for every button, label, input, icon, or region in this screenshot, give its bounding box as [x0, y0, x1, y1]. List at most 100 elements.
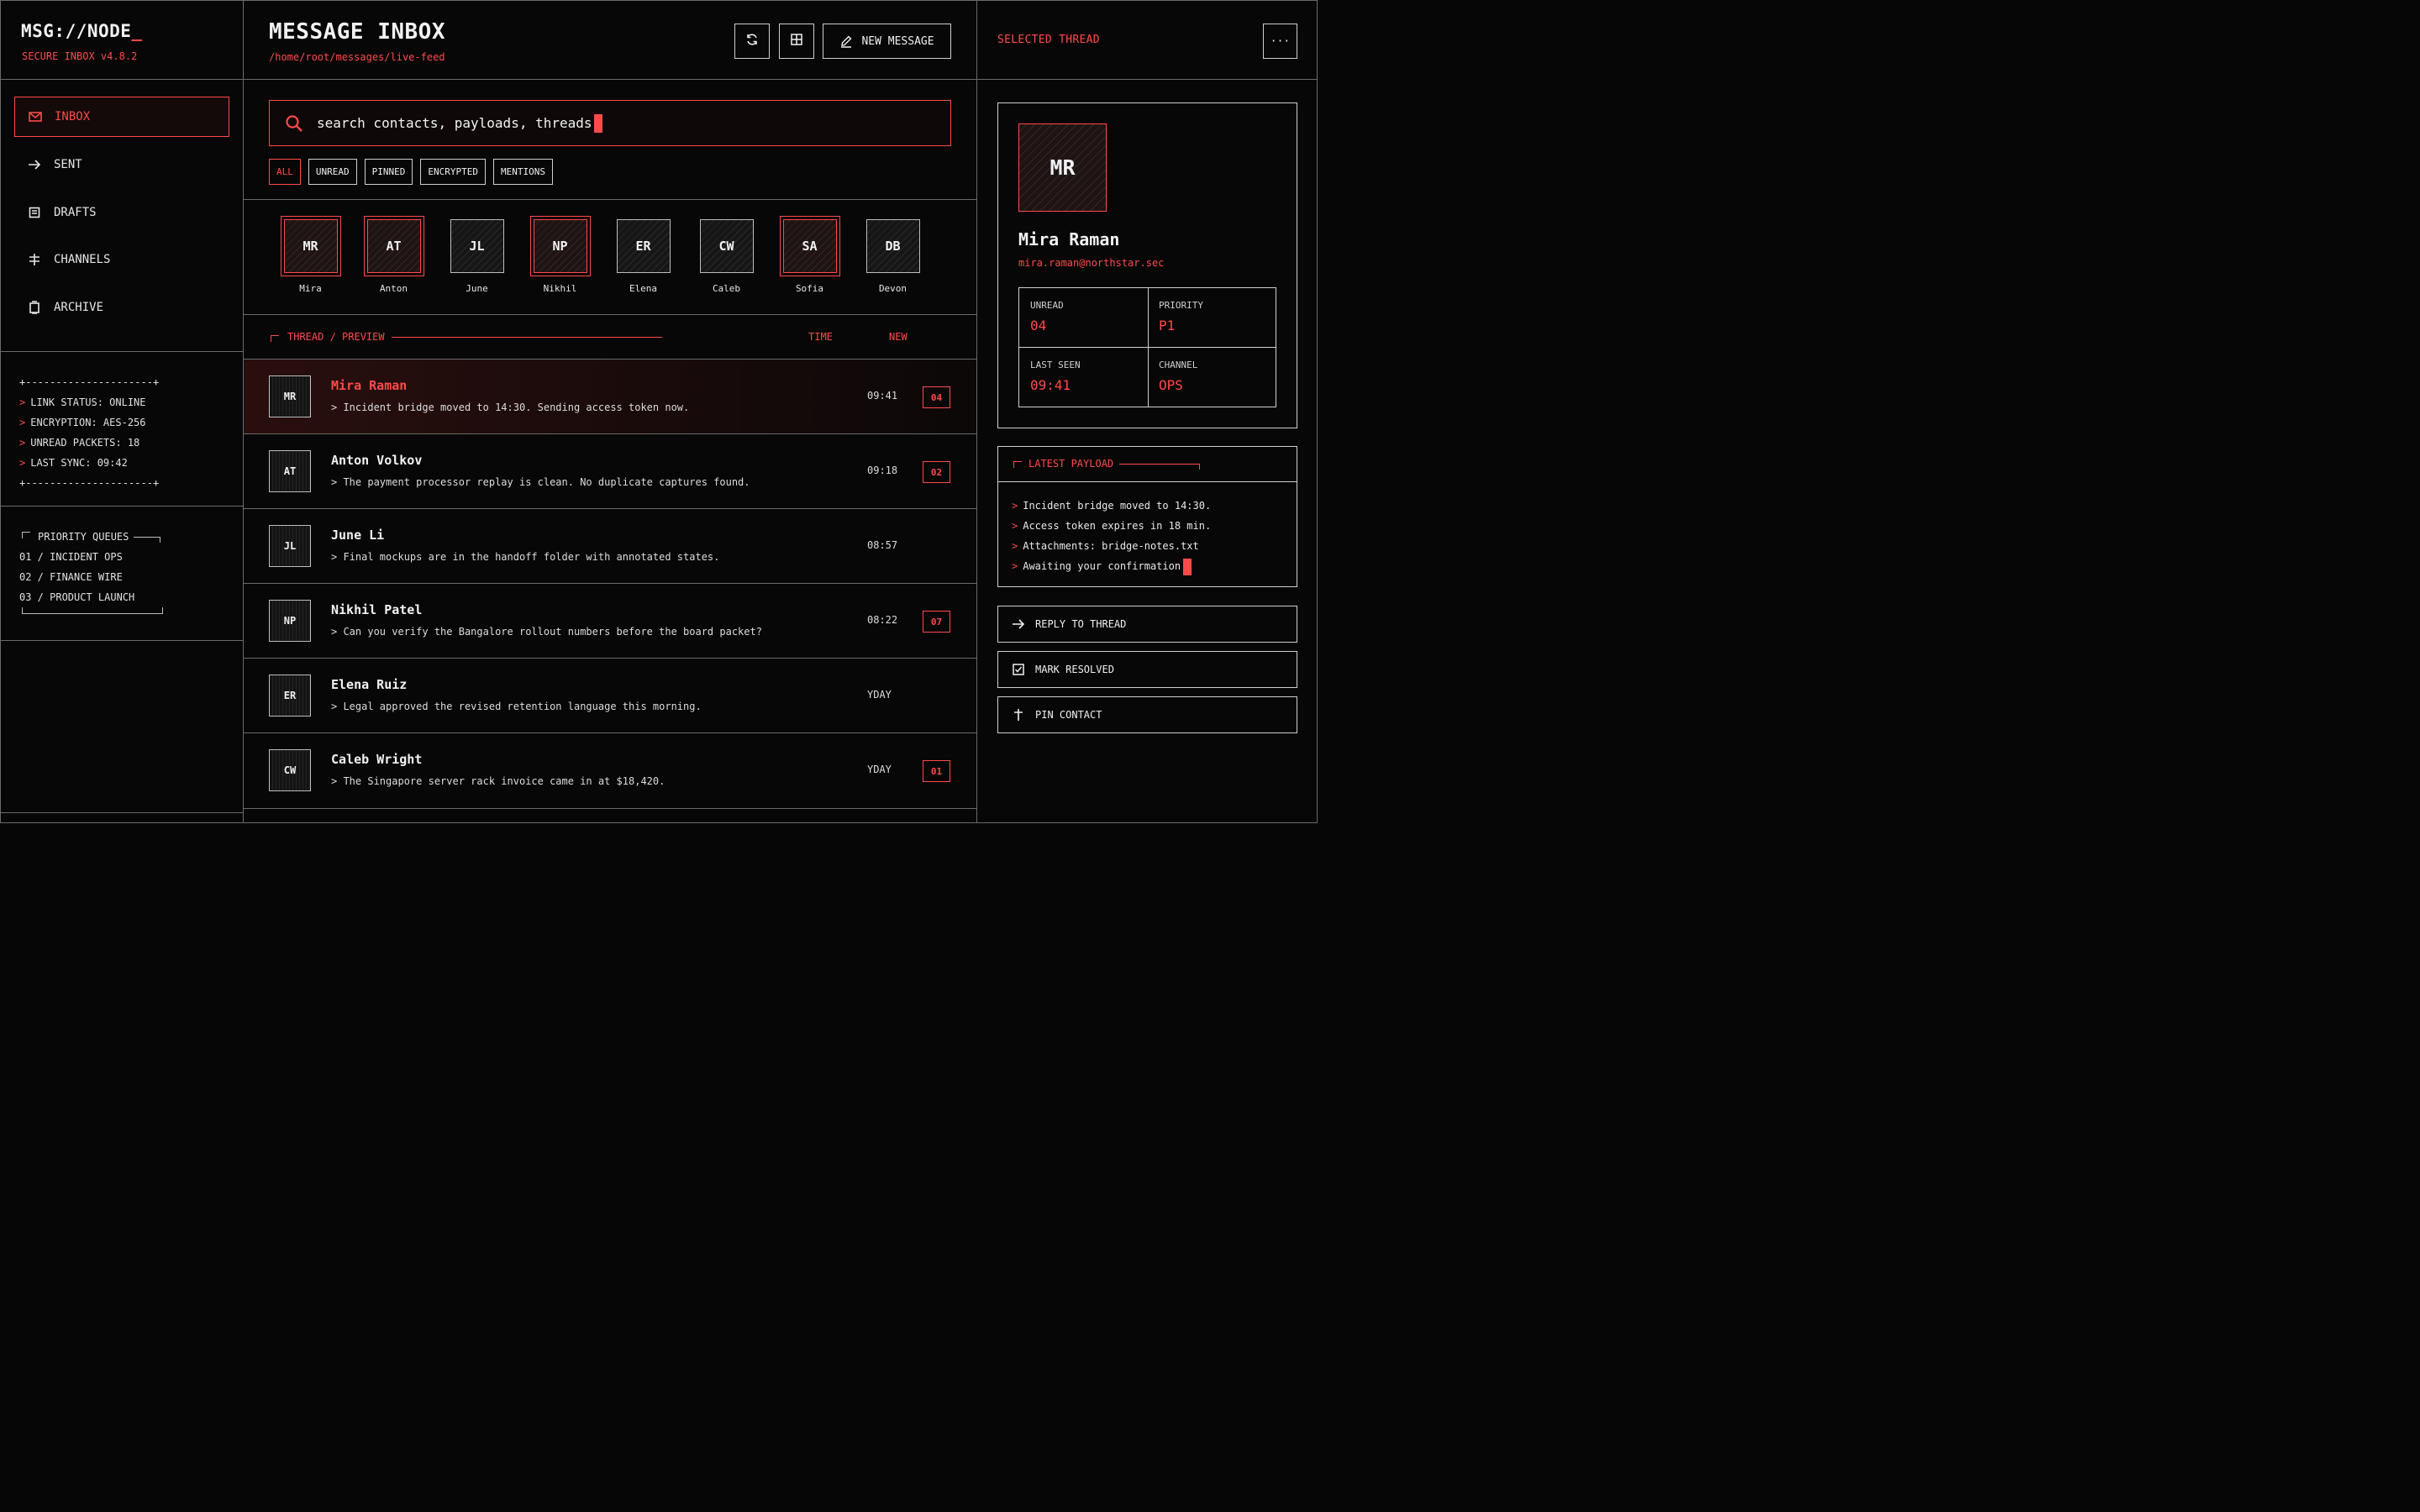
payload-title: LATEST PAYLOAD [1028, 458, 1114, 470]
more-options-button[interactable]: ··· [1263, 24, 1297, 59]
reply-arrow-icon [1012, 617, 1025, 631]
thread-row[interactable]: ER Elena Ruiz > Legal approved the revis… [244, 658, 976, 732]
search-icon [285, 114, 303, 133]
filter-encrypted[interactable]: ENCRYPTED [420, 159, 486, 185]
contact-caleb[interactable]: CW Caleb [685, 216, 768, 294]
contact-devon[interactable]: DB Devon [851, 216, 934, 294]
refresh-button[interactable] [734, 24, 770, 59]
prompt-icon: > [19, 437, 26, 449]
contact-name: Mira [299, 283, 322, 294]
column-thread-preview: THREAD / PREVIEW [287, 331, 385, 343]
status-line: > LINK STATUS: ONLINE [19, 396, 146, 408]
contact-profile-card: MR Mira Raman mira.raman@northstar.sec U… [997, 102, 1297, 428]
new-message-button[interactable]: NEW MESSAGE [823, 24, 951, 59]
avatar: JL [269, 525, 311, 567]
thread-preview: > Can you verify the Bangalore rollout n… [331, 626, 762, 638]
contact-nikhil[interactable]: NP Nikhil [518, 216, 602, 294]
payload-line: > Incident bridge moved to 14:30. [1012, 500, 1212, 512]
text-cursor [1183, 558, 1192, 575]
stat-last-seen: LAST SEEN 09:41 [1030, 360, 1081, 393]
payload-line: > Attachments: bridge-notes.txt [1012, 540, 1199, 552]
nav-item-channels[interactable]: CHANNELS [14, 239, 229, 280]
panel-title: SELECTED THREAD [997, 34, 1100, 46]
prompt-icon: > [19, 417, 26, 428]
mail-icon [29, 110, 42, 123]
page-title: MESSAGE INBOX [269, 19, 445, 45]
contact-mira[interactable]: MR Mira [269, 216, 352, 294]
avatar: MR [269, 375, 311, 417]
avatar: AT [269, 450, 311, 492]
unread-badge: 01 [923, 760, 950, 782]
nav-item-inbox[interactable]: INBOX [14, 97, 229, 137]
thread-row[interactable]: AT Anton Volkov > The payment processor … [244, 433, 976, 508]
contact-elena[interactable]: ER Elena [602, 216, 685, 294]
nav-item-archive[interactable]: ARCHIVE [14, 287, 229, 328]
contact-email[interactable]: mira.raman@northstar.sec [1018, 257, 1164, 269]
thread-row[interactable]: JL June Li > Final mockups are in the ha… [244, 508, 976, 583]
contact-sofia[interactable]: SA Sofia [768, 216, 851, 294]
refresh-icon [745, 33, 759, 50]
filter-mentions[interactable]: MENTIONS [492, 159, 553, 185]
thread-sender: June Li [331, 528, 385, 543]
ascii-border: +---------------------+ [19, 376, 160, 388]
main-panel: MESSAGE INBOX /home/root/messages/live-f… [244, 1, 977, 822]
mark-resolved-button[interactable]: MARK RESOLVED [997, 651, 1297, 688]
breadcrumb-path: /home/root/messages/live-feed [269, 51, 445, 63]
nav-label: INBOX [55, 110, 91, 123]
queue-item[interactable]: 03 / PRODUCT LAUNCH [19, 587, 164, 607]
prompt-icon: > [1012, 560, 1018, 572]
column-time: TIME [808, 331, 833, 343]
payload-line: > Access token expires in 18 min. [1012, 520, 1212, 532]
unread-badge: 07 [923, 611, 950, 633]
thread-sender: Anton Volkov [331, 453, 423, 468]
avatar: CW [269, 749, 311, 791]
thread-row[interactable]: CW Caleb Wright > The Singapore server r… [244, 732, 976, 807]
contact-june[interactable]: JL June [435, 216, 518, 294]
status-line: > LAST SYNC: 09:42 [19, 457, 128, 469]
thread-sender: Elena Ruiz [331, 677, 408, 692]
grid-view-button[interactable] [779, 24, 814, 59]
nav-item-drafts[interactable]: DRAFTS [14, 192, 229, 233]
prompt-icon: > [19, 457, 26, 469]
pin-contact-button[interactable]: PIN CONTACT [997, 696, 1297, 733]
contact-name: June [466, 283, 488, 294]
prompt-icon: > [1012, 520, 1018, 532]
pin-icon [1012, 708, 1025, 722]
avatar: JL [450, 219, 504, 273]
reply-to-thread-button[interactable]: REPLY TO THREAD [997, 606, 1297, 643]
contact-name: Caleb [712, 283, 741, 294]
thread-preview: > Incident bridge moved to 14:30. Sendin… [331, 402, 690, 413]
app-window: MSG://NODE_ SECURE INBOX v4.8.2 INBOX SE… [0, 0, 1318, 823]
prompt-icon: > [1012, 500, 1018, 512]
arrow-right-icon [28, 158, 41, 171]
nav-label: CHANNELS [54, 253, 111, 266]
archive-icon [28, 301, 41, 314]
thread-preview: > Legal approved the revised retention l… [331, 701, 702, 712]
nav-label: DRAFTS [54, 206, 97, 219]
contact-anton[interactable]: AT Anton [352, 216, 435, 294]
priority-queues: PRIORITY QUEUES 01 / INCIDENT OPS 02 / F… [19, 527, 164, 614]
filter-all[interactable]: ALL [269, 159, 301, 185]
search-input[interactable]: search contacts, payloads, threads [269, 100, 951, 146]
thread-row[interactable]: NP Nikhil Patel > Can you verify the Ban… [244, 583, 976, 658]
avatar: NP [533, 219, 587, 273]
filter-pinned[interactable]: PINNED [364, 159, 413, 185]
contact-name: Nikhil [543, 283, 577, 294]
unread-badge: 02 [923, 461, 950, 483]
pencil-icon [839, 34, 853, 48]
thread-time: 09:41 [867, 390, 898, 402]
stat-unread: UNREAD 04 [1030, 300, 1064, 333]
queues-title: PRIORITY QUEUES [19, 527, 164, 547]
thread-sender: Nikhil Patel [331, 602, 423, 617]
queue-item[interactable]: 01 / INCIDENT OPS [19, 547, 164, 567]
text-cursor [593, 113, 602, 133]
queue-item[interactable]: 02 / FINANCE WIRE [19, 567, 164, 587]
contact-name: Sofia [795, 283, 824, 294]
thread-row[interactable]: MR Mira Raman > Incident bridge moved to… [244, 359, 976, 433]
contact-name: Mira Raman [1018, 229, 1120, 249]
nav-item-sent[interactable]: SENT [14, 144, 229, 185]
thread-detail-panel: SELECTED THREAD ··· MR Mira Raman mira.r… [977, 1, 1317, 822]
filter-unread[interactable]: UNREAD [308, 159, 357, 185]
avatar: NP [269, 600, 311, 642]
avatar: CW [699, 219, 754, 273]
